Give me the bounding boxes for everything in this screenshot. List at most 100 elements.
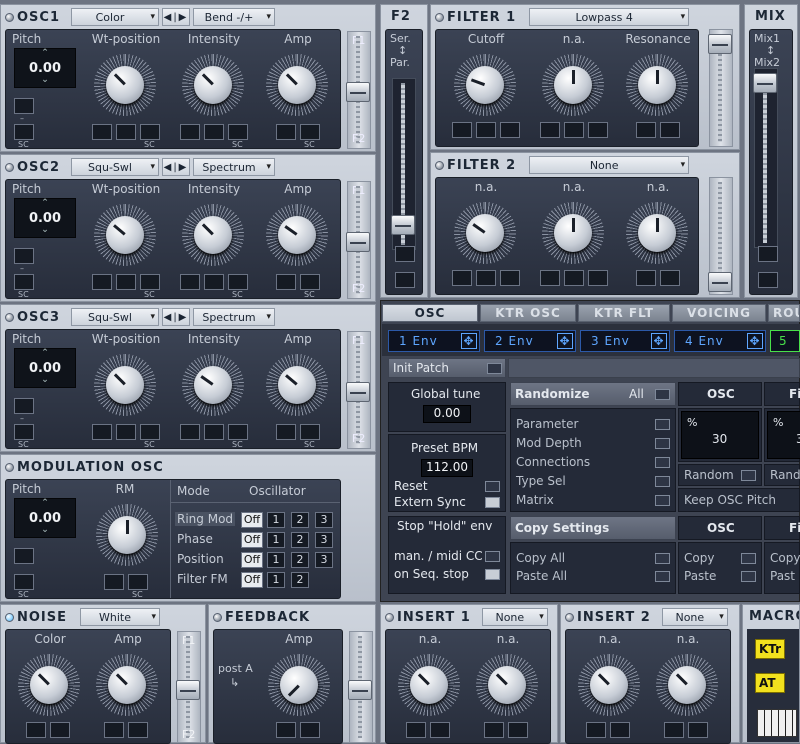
f2-mod-slot[interactable] [395,246,415,262]
extern-sync-toggle[interactable] [485,497,500,508]
mod-osc-power-led[interactable] [5,462,14,472]
noise-amp-sc[interactable] [128,722,148,738]
osc1-pitch-value[interactable]: 0.00 [14,48,76,88]
filter2-na1-mod2[interactable] [476,270,496,286]
env-2-drag-icon[interactable]: ✥ [557,333,573,349]
macro-ktr-button[interactable]: KTr [755,639,785,659]
insert2-na2-knob[interactable] [656,654,718,716]
osc3-mod-slot[interactable] [14,398,34,414]
feedback-power-led[interactable] [213,612,222,622]
osc2-wt-sc[interactable] [140,274,160,290]
insert2-power-led[interactable] [565,612,574,622]
osc3-amp-mod1[interactable] [276,424,296,440]
osc2-spectrum-dropdown[interactable]: Spectrum [193,158,275,176]
filter1-cutoff-mod1[interactable] [452,122,472,138]
insert2-type-dropdown[interactable]: None [661,608,728,626]
osc2-amp-sc[interactable] [300,274,320,290]
osc3-wt-knob[interactable] [94,354,156,416]
mod-osc-rm-sc[interactable] [128,574,148,590]
osc1-amp-mod1[interactable] [276,124,296,140]
osc2-pitch-value[interactable]: 0.00 [14,198,76,238]
mod-osc-filterfm-off[interactable]: Off [241,572,263,588]
osc2-power-led[interactable] [5,162,14,172]
noise-amp-knob[interactable] [96,654,158,716]
osc2-fader-cap[interactable] [346,232,370,252]
osc2-wt-mod1[interactable] [92,274,112,290]
feedback-fader-cap[interactable] [348,680,372,700]
copy-settings-header[interactable]: Copy Settings [510,516,676,540]
insert2-na1-knob[interactable] [578,654,640,716]
filter1-resonance-knob[interactable] [626,54,688,116]
filter2-vol-fader[interactable] [708,177,733,295]
osc2-prev-next-arrows[interactable]: ◀|▶ [162,158,190,176]
init-patch-button[interactable]: Init Patch [388,358,506,378]
mix-fader[interactable] [753,68,778,248]
rand-connections-toggle[interactable] [655,457,670,468]
tab-osc[interactable]: OSC [382,304,478,322]
env-4-drag-icon[interactable]: ✥ [747,333,763,349]
osc2-int-sc[interactable] [228,274,248,290]
insert1-na2-mod[interactable] [484,722,504,738]
feedback-amp-knob[interactable] [268,654,330,716]
osc3-filter-balance-fader[interactable]: F1 F2 [346,331,371,449]
filter2-na1-knob[interactable] [454,202,516,264]
global-tune-value[interactable]: 0.00 [423,405,471,423]
mod-osc-sc-slot[interactable] [14,574,34,590]
insert1-na2-knob[interactable] [476,654,538,716]
osc3-fader-cap[interactable] [346,382,370,402]
filter2-na3-knob[interactable] [626,202,688,264]
filter2-na2-mod1[interactable] [540,270,560,286]
osc3-power-led[interactable] [5,312,14,322]
init-patch-toggle[interactable] [487,363,502,374]
osc2-filter-balance-fader[interactable]: F1 F2 [346,181,371,299]
osc1-intensity-knob[interactable] [182,54,244,116]
mod-osc-phase-2[interactable]: 2 [291,532,309,548]
osc3-amp-knob[interactable] [266,354,328,416]
osc-copy-toggle[interactable] [741,553,756,564]
filter1-res-mod1[interactable] [636,122,656,138]
feedback-amp-mod[interactable] [276,722,296,738]
osc3-mode-dropdown[interactable]: Squ-Swl [71,308,159,326]
macro-at-button[interactable]: AT [755,673,785,693]
filter1-na-sc[interactable] [588,122,608,138]
rand-matrix-toggle[interactable] [655,495,670,506]
osc3-prev-next-arrows[interactable]: ◀|▶ [162,308,190,326]
noise-fader-cap[interactable] [176,680,200,700]
osc1-fader-cap[interactable] [346,82,370,102]
osc1-wt-knob[interactable] [94,54,156,116]
filter1-res-sc[interactable] [660,122,680,138]
filter1-na-mod2[interactable] [564,122,584,138]
env-2-button[interactable]: 2 Env ✥ [484,330,576,352]
preset-bpm-value[interactable]: 112.00 [421,459,473,477]
filter2-fader-cap[interactable] [708,272,732,292]
osc2-intensity-knob[interactable] [182,204,244,266]
feedback-fader[interactable] [348,631,373,743]
osc2-wt-knob[interactable] [94,204,156,266]
osc1-mod-slot[interactable] [14,98,34,114]
osc1-wt-mod2[interactable] [116,124,136,140]
noise-power-led[interactable] [5,612,14,622]
fi-rand-amount-box[interactable]: % 3 [767,411,800,459]
mod-osc-rm-mod1[interactable] [104,574,124,590]
insert1-na1-sc[interactable] [430,722,450,738]
osc2-wt-mod2[interactable] [116,274,136,290]
osc1-int-sc[interactable] [228,124,248,140]
insert2-na1-sc[interactable] [610,722,630,738]
osc2-int-mod1[interactable] [180,274,200,290]
insert1-power-led[interactable] [385,612,394,622]
f2-fader-cap[interactable] [391,215,415,235]
filter1-cutoff-mod2[interactable] [476,122,496,138]
f2-ser-par-fader[interactable] [391,78,416,250]
mix-sc-slot[interactable] [758,272,778,288]
mod-osc-position-3[interactable]: 3 [315,552,333,568]
mod-osc-pitch-value[interactable]: 0.00 [14,498,76,538]
filter2-power-led[interactable] [435,160,444,170]
osc3-wt-mod2[interactable] [116,424,136,440]
filter2-na2-knob[interactable] [542,202,604,264]
filter2-na2-mod2[interactable] [564,270,584,286]
on-seq-stop-toggle[interactable] [485,569,500,580]
macro-keyboard-icon[interactable] [757,709,797,737]
env-1-drag-icon[interactable]: ✥ [461,333,477,349]
osc1-sc-slot[interactable] [14,124,34,140]
osc1-int-mod1[interactable] [180,124,200,140]
